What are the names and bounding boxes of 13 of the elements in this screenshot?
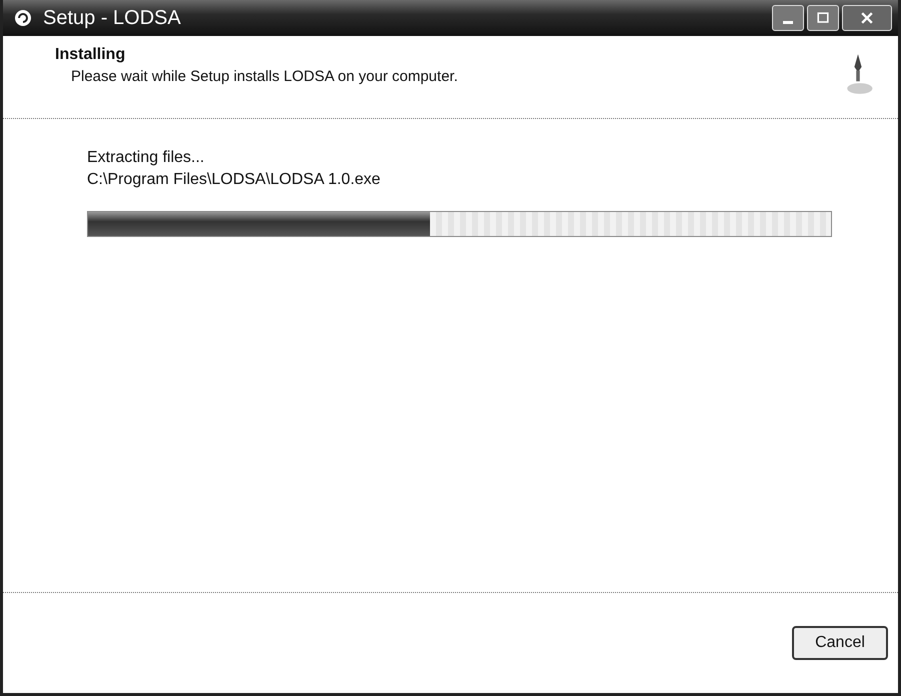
- minimize-icon: [783, 20, 793, 24]
- setup-icon: [13, 8, 33, 28]
- close-icon: [859, 10, 875, 26]
- maximize-button[interactable]: [807, 5, 839, 31]
- minimize-button[interactable]: [772, 5, 804, 31]
- window-title: Setup - LODSA: [43, 6, 182, 30]
- page-description: Please wait while Setup installs LODSA on your computer.: [70, 68, 458, 85]
- maximize-icon: [815, 10, 831, 26]
- close-button[interactable]: [842, 5, 892, 31]
- status-text: Extracting files...: [87, 148, 206, 168]
- cancel-button[interactable]: Cancel: [792, 626, 888, 660]
- page-heading: Installing: [55, 46, 126, 64]
- file-path: C:\Program Files\LODSA\LODSA 1.0.exe: [87, 170, 382, 190]
